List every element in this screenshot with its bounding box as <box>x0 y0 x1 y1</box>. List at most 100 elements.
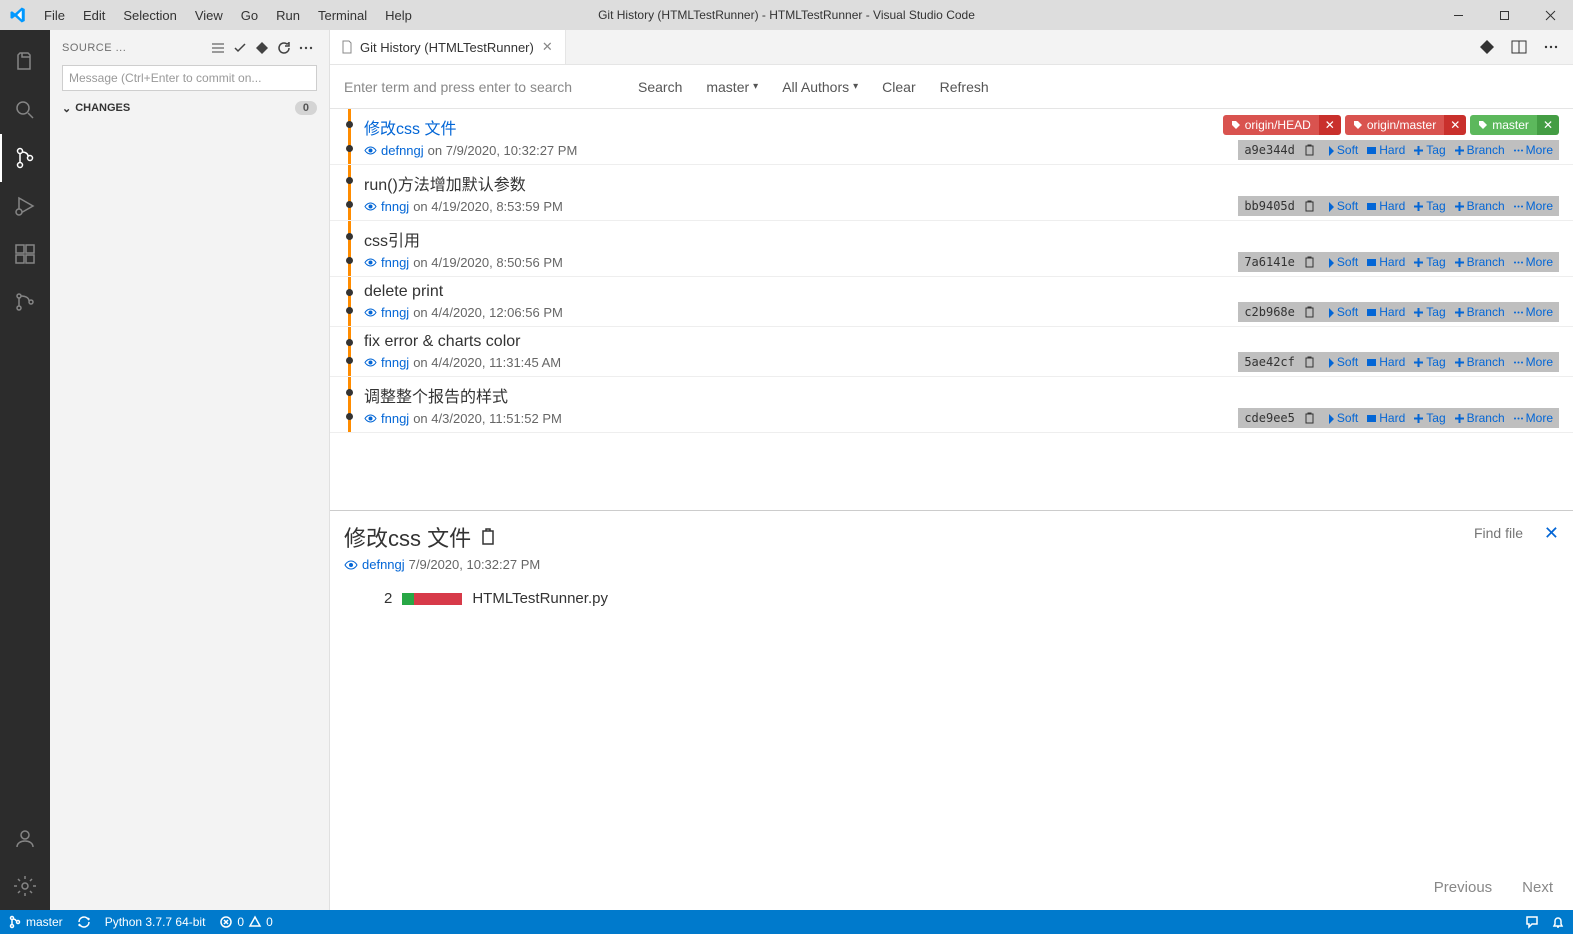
split-editor-icon[interactable] <box>1507 35 1531 59</box>
hard-reset-button[interactable]: Hard <box>1366 255 1405 269</box>
settings-gear-icon[interactable] <box>0 862 50 910</box>
branch-button[interactable]: Branch <box>1454 255 1505 269</box>
more-button[interactable]: More <box>1513 355 1553 369</box>
debug-icon[interactable] <box>0 182 50 230</box>
menu-go[interactable]: Go <box>232 0 267 30</box>
more-button[interactable]: More <box>1513 143 1553 157</box>
commit-author[interactable]: fnngj <box>381 305 409 320</box>
ref-close-icon[interactable]: ✕ <box>1444 115 1466 135</box>
copy-hash-icon[interactable] <box>1303 256 1316 269</box>
branch-button[interactable]: Branch <box>1454 355 1505 369</box>
tag-button[interactable]: Tag <box>1413 199 1445 213</box>
git-graph-icon[interactable] <box>0 278 50 326</box>
changes-section[interactable]: ⌄ CHANGES 0 <box>50 97 329 119</box>
tag-button[interactable]: Tag <box>1413 143 1445 157</box>
more-button[interactable]: More <box>1513 305 1553 319</box>
copy-hash-icon[interactable] <box>1303 356 1316 369</box>
copy-hash-icon[interactable] <box>1303 412 1316 425</box>
tag-button[interactable]: Tag <box>1413 355 1445 369</box>
copy-hash-icon[interactable] <box>1303 144 1316 157</box>
previous-button[interactable]: Previous <box>1434 879 1492 896</box>
copy-hash-icon[interactable] <box>1303 306 1316 319</box>
commit-author[interactable]: fnngj <box>381 411 409 426</box>
tag-button[interactable]: Tag <box>1413 305 1445 319</box>
ref-close-icon[interactable]: ✕ <box>1537 115 1559 135</box>
tab-close-icon[interactable]: ✕ <box>540 37 555 57</box>
minimize-button[interactable] <box>1435 0 1481 30</box>
more-button[interactable]: More <box>1513 199 1553 213</box>
hard-reset-button[interactable]: Hard <box>1366 305 1405 319</box>
status-problems[interactable]: 0 0 <box>219 915 272 929</box>
more-button[interactable]: More <box>1513 255 1553 269</box>
source-control-icon[interactable] <box>0 134 50 182</box>
refresh-button[interactable]: Refresh <box>940 79 989 95</box>
discard-icon[interactable] <box>251 37 273 59</box>
branch-button[interactable]: Branch <box>1454 143 1505 157</box>
search-button[interactable]: Search <box>638 79 682 95</box>
status-feedback-icon[interactable] <box>1525 915 1539 929</box>
refresh-icon[interactable] <box>273 37 295 59</box>
tag-button[interactable]: Tag <box>1413 255 1445 269</box>
soft-reset-button[interactable]: Soft <box>1324 305 1358 319</box>
soft-reset-button[interactable]: Soft <box>1324 411 1358 425</box>
tab-git-history[interactable]: Git History (HTMLTestRunner) ✕ <box>330 30 566 64</box>
tag-button[interactable]: Tag <box>1413 411 1445 425</box>
ref-tag[interactable]: origin/HEAD✕ <box>1223 115 1341 135</box>
clear-button[interactable]: Clear <box>882 79 915 95</box>
extensions-icon[interactable] <box>0 230 50 278</box>
commit-row[interactable]: origin/HEAD✕origin/master✕master✕ 修改css … <box>330 109 1573 165</box>
branch-dropdown[interactable]: master▾ <box>706 79 758 95</box>
status-sync-icon[interactable] <box>77 915 91 929</box>
menu-view[interactable]: View <box>186 0 232 30</box>
hard-reset-button[interactable]: Hard <box>1366 199 1405 213</box>
branch-button[interactable]: Branch <box>1454 305 1505 319</box>
soft-reset-button[interactable]: Soft <box>1324 199 1358 213</box>
commit-author[interactable]: fnngj <box>381 355 409 370</box>
hard-reset-button[interactable]: Hard <box>1366 411 1405 425</box>
maximize-button[interactable] <box>1481 0 1527 30</box>
search-input[interactable] <box>344 79 614 95</box>
branch-button[interactable]: Branch <box>1454 411 1505 425</box>
ref-close-icon[interactable]: ✕ <box>1319 115 1341 135</box>
more-icon[interactable] <box>1539 35 1563 59</box>
more-button[interactable]: More <box>1513 411 1553 425</box>
detail-author[interactable]: defnngj <box>362 557 405 572</box>
menu-help[interactable]: Help <box>376 0 421 30</box>
find-file-input[interactable] <box>1403 525 1523 541</box>
menu-selection[interactable]: Selection <box>114 0 185 30</box>
soft-reset-button[interactable]: Soft <box>1324 143 1358 157</box>
menu-run[interactable]: Run <box>267 0 309 30</box>
status-bell-icon[interactable] <box>1551 915 1565 929</box>
authors-dropdown[interactable]: All Authors▾ <box>782 79 858 95</box>
menu-file[interactable]: File <box>35 0 74 30</box>
hard-reset-button[interactable]: Hard <box>1366 143 1405 157</box>
commit-row[interactable]: run()方法增加默认参数 fnngj on 4/19/2020, 8:53:5… <box>330 165 1573 221</box>
next-button[interactable]: Next <box>1522 879 1553 896</box>
branch-button[interactable]: Branch <box>1454 199 1505 213</box>
search-icon[interactable] <box>0 86 50 134</box>
commit-author[interactable]: fnngj <box>381 255 409 270</box>
close-button[interactable] <box>1527 0 1573 30</box>
commit-row[interactable]: fix error & charts color fnngj on 4/4/20… <box>330 327 1573 377</box>
ref-tag[interactable]: origin/master✕ <box>1345 115 1466 135</box>
explorer-icon[interactable] <box>0 38 50 86</box>
commit-row[interactable]: css引用 fnngj on 4/19/2020, 8:50:56 PM 7a6… <box>330 221 1573 277</box>
commit-author[interactable]: defnngj <box>381 143 424 158</box>
commit-message-input[interactable] <box>62 65 317 91</box>
status-python[interactable]: Python 3.7.7 64-bit <box>105 915 206 929</box>
more-actions-icon[interactable] <box>295 37 317 59</box>
ref-tag[interactable]: master✕ <box>1470 115 1559 135</box>
commit-row[interactable]: delete print fnngj on 4/4/2020, 12:06:56… <box>330 277 1573 327</box>
clipboard-icon[interactable] <box>479 528 497 546</box>
changed-file-row[interactable]: 2 HTMLTestRunner.py <box>344 590 1559 607</box>
compare-icon[interactable] <box>1475 35 1499 59</box>
copy-hash-icon[interactable] <box>1303 200 1316 213</box>
commit-check-icon[interactable] <box>229 37 251 59</box>
commit-row[interactable]: 调整整个报告的样式 fnngj on 4/3/2020, 11:51:52 PM… <box>330 377 1573 433</box>
commit-author[interactable]: fnngj <box>381 199 409 214</box>
soft-reset-button[interactable]: Soft <box>1324 255 1358 269</box>
account-icon[interactable] <box>0 814 50 862</box>
view-as-tree-icon[interactable] <box>207 37 229 59</box>
status-branch[interactable]: master <box>8 915 63 929</box>
soft-reset-button[interactable]: Soft <box>1324 355 1358 369</box>
